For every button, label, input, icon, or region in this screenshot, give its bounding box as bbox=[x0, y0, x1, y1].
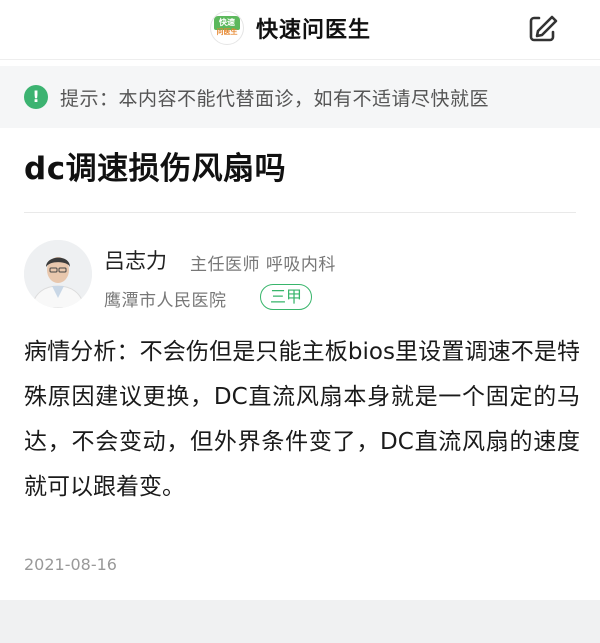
doctor-title-dept: 主任医师 呼吸内科 bbox=[190, 255, 336, 275]
doctor-avatar[interactable] bbox=[24, 240, 92, 308]
divider bbox=[24, 212, 576, 213]
top-bar: 快速 问医生 快速问医生 bbox=[0, 0, 600, 60]
hospital-grade-badge: 三甲 bbox=[260, 284, 313, 310]
bottom-band bbox=[0, 600, 600, 643]
edit-icon bbox=[529, 15, 558, 42]
question-title: dc调速损伤风扇吗 bbox=[24, 151, 287, 187]
doctor-hospital: 鹰潭市人民医院 bbox=[104, 291, 227, 311]
edit-button[interactable] bbox=[525, 12, 559, 46]
notice-text: 提示：本内容不能代替面诊，如有不适请尽快就医 bbox=[60, 87, 490, 110]
doctor-name[interactable]: 吕志力 bbox=[104, 245, 167, 275]
answer-date: 2021-08-16 bbox=[24, 555, 117, 574]
brand[interactable]: 快速 问医生 快速问医生 bbox=[210, 10, 371, 46]
exclamation-info-icon: ! bbox=[24, 85, 48, 109]
answer-analysis: 病情分析：不会伤但是只能主板bios里设置调速不是特殊原因建议更换，DC直流风扇… bbox=[24, 339, 580, 500]
notice-banner: ! 提示：本内容不能代替面诊，如有不适请尽快就医 bbox=[0, 66, 600, 128]
app-name: 快速问医生 bbox=[256, 18, 372, 43]
logo-text-bottom: 问医生 bbox=[216, 28, 238, 36]
app-logo: 快速 问医生 bbox=[210, 11, 244, 45]
